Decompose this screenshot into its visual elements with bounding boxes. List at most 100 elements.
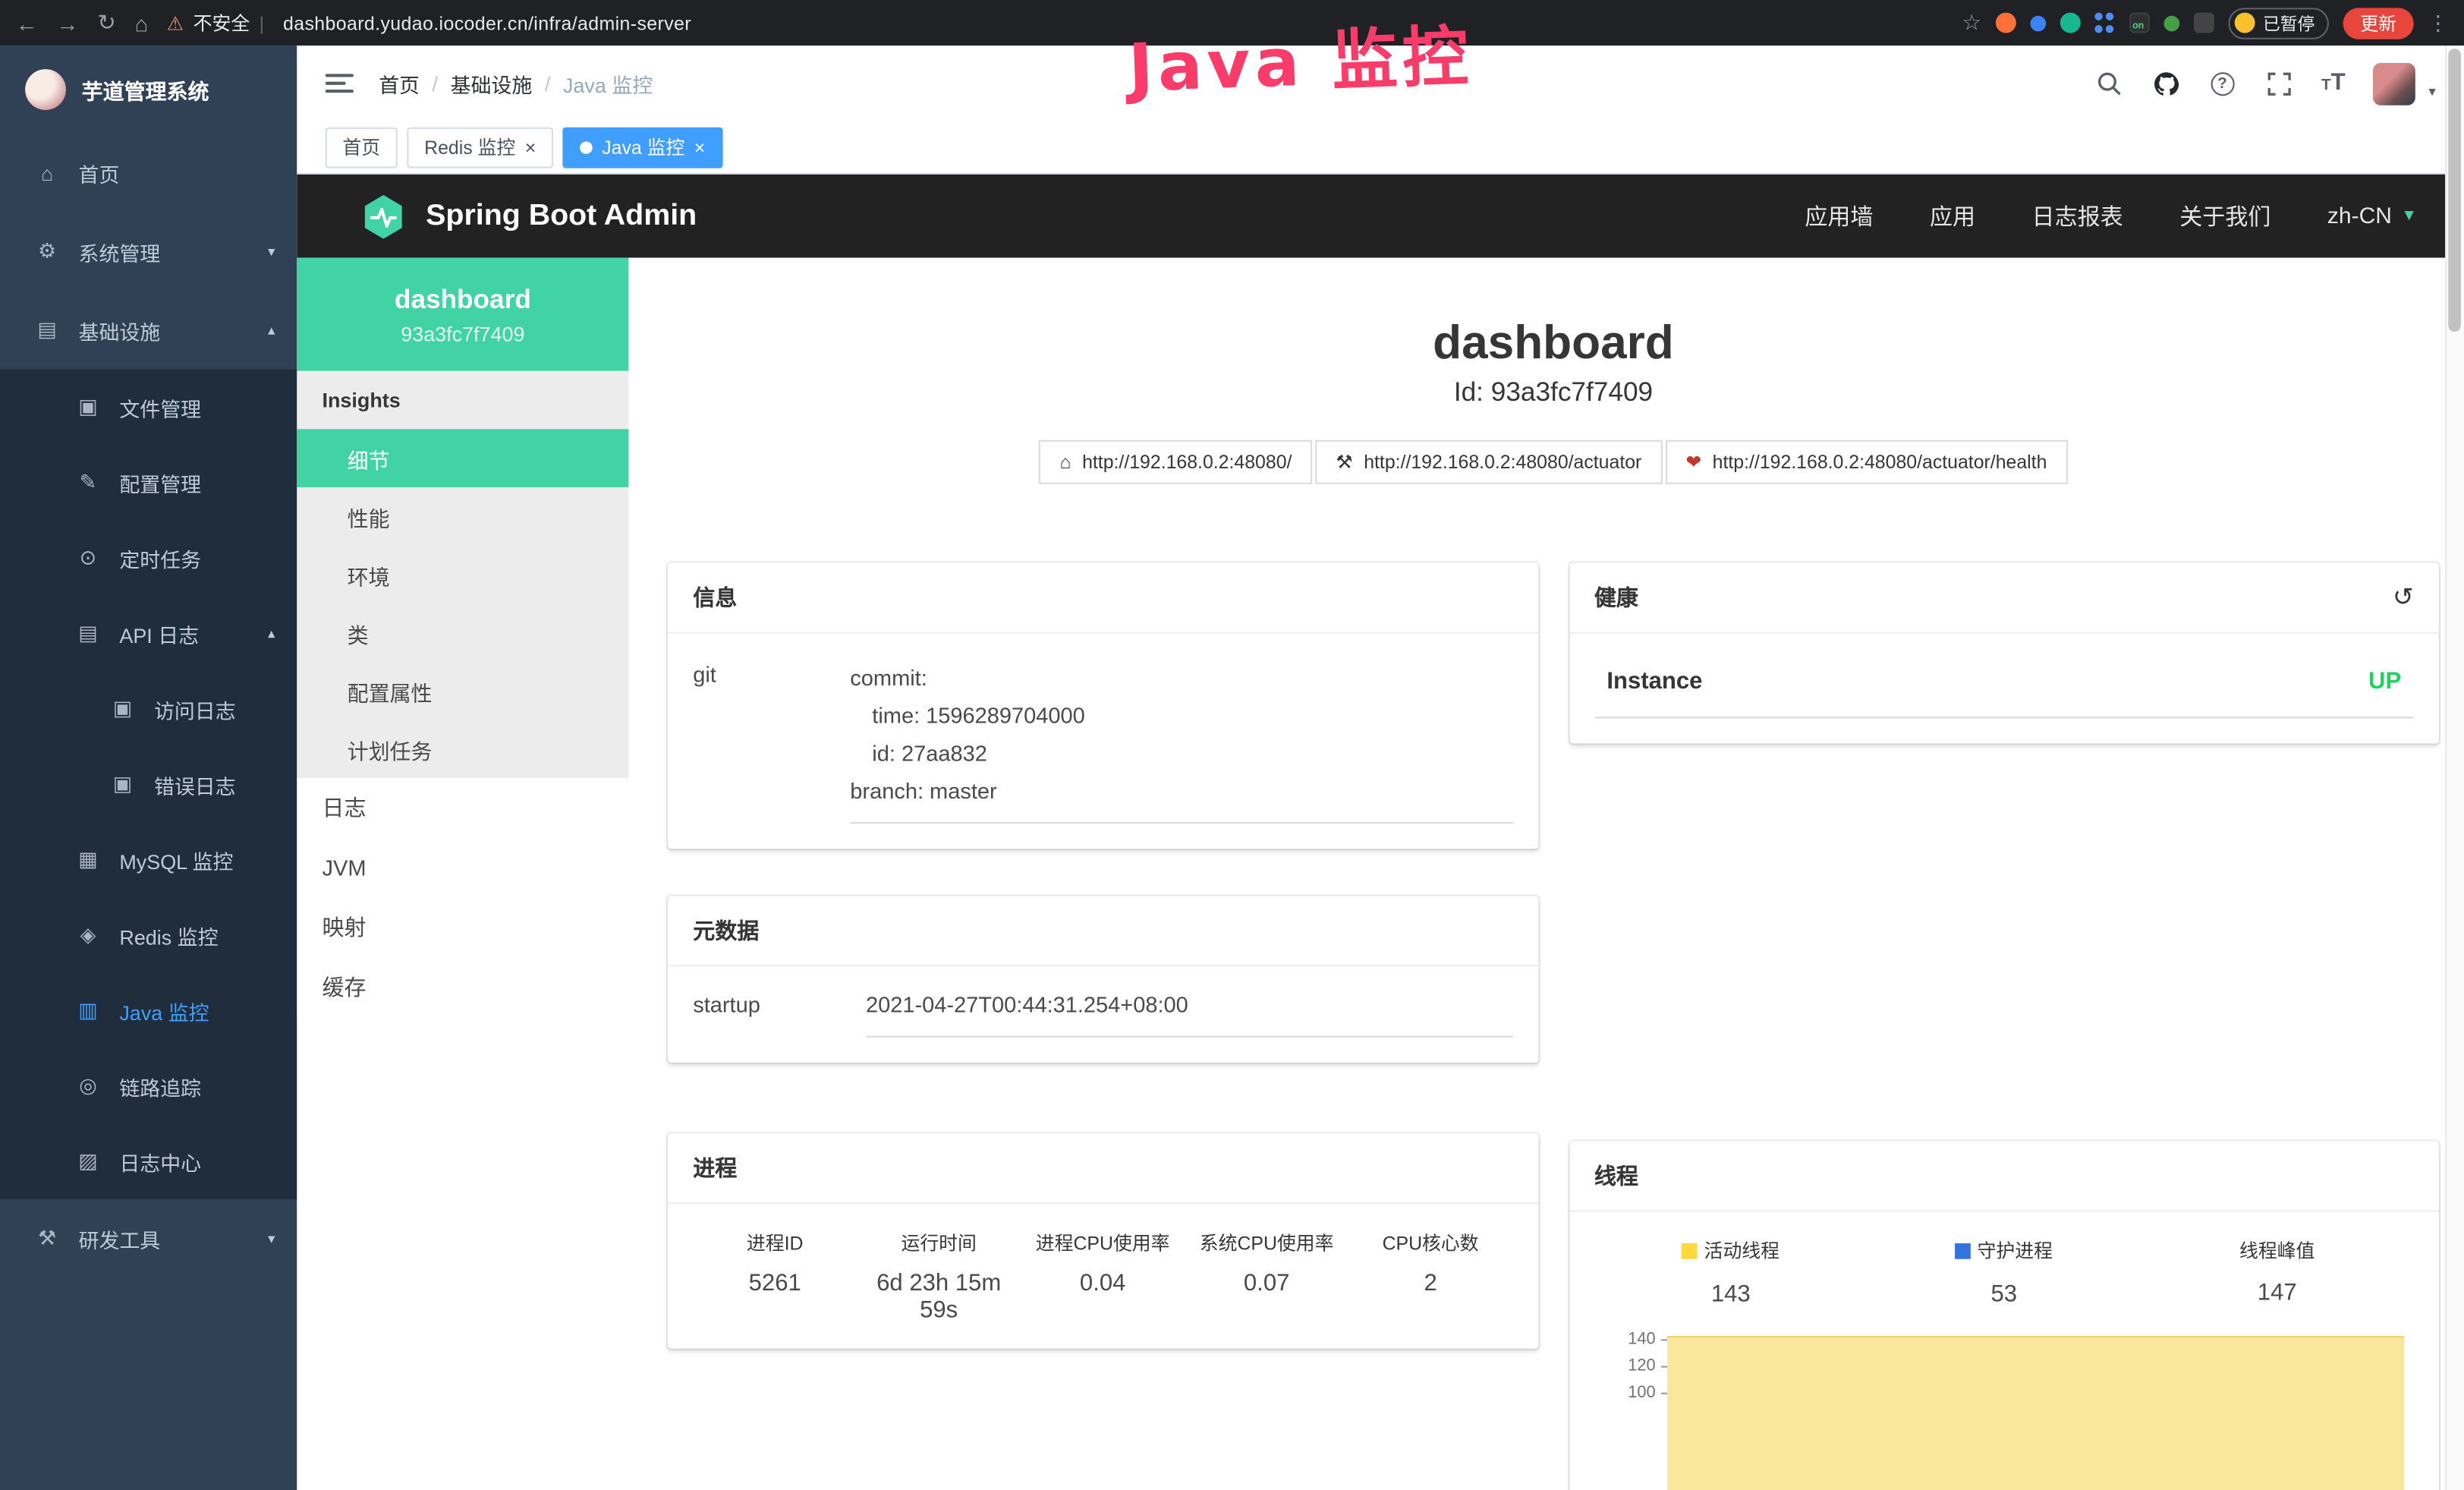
chrome-update-button[interactable]: 更新: [2343, 7, 2414, 38]
sba-nav-menu: 应用墙 应用 日志报表 关于我们 zh-CN ▼: [1805, 200, 2417, 232]
help-icon[interactable]: ?: [2208, 69, 2236, 97]
back-icon[interactable]: ←: [16, 10, 38, 35]
instance-id: 93a3fc7f7409: [401, 321, 524, 345]
sidebar-item-error-logs[interactable]: ▣ 错误日志: [0, 747, 297, 822]
locale-selector[interactable]: zh-CN ▼: [2327, 203, 2417, 228]
nav-item-about[interactable]: 关于我们: [2179, 200, 2270, 232]
github-icon[interactable]: [2151, 69, 2179, 97]
sidebar-toggle-icon[interactable]: [326, 74, 354, 93]
extension-icon-orange[interactable]: [1996, 13, 2016, 33]
warning-icon: ⚠: [167, 12, 184, 34]
sba-brand-title: Spring Boot Admin: [426, 199, 697, 234]
sidebar-item-log-center[interactable]: ▨ 日志中心: [0, 1124, 297, 1199]
close-icon[interactable]: ×: [694, 136, 706, 158]
sidebar-item-access-logs[interactable]: ▣ 访问日志: [0, 671, 297, 746]
sba-item-metrics[interactable]: 性能: [297, 487, 628, 546]
sba-item-caches[interactable]: 缓存: [297, 957, 628, 1017]
metadata-card: 元数据 startup 2021-04-27T00:44:31.254+08:0…: [668, 896, 1537, 1063]
history-icon[interactable]: ↺: [2393, 581, 2414, 613]
security-chip[interactable]: ⚠ 不安全 |: [167, 9, 264, 36]
nav-item-wall[interactable]: 应用墙: [1805, 200, 1873, 232]
screen: ← → ↻ ⌂ ⚠ 不安全 | dashboard.yudao.iocoder.…: [0, 0, 2464, 1490]
font-size-icon[interactable]: TT: [2321, 69, 2346, 97]
sidebar-item-redis-monitor[interactable]: ◈ Redis 监控: [0, 897, 297, 972]
process-value-uptime: 6d 23h 15m 59s: [857, 1270, 1021, 1323]
sidebar-item-api-logs[interactable]: ▤ API 日志 ▴: [0, 596, 297, 671]
reload-icon[interactable]: ↻: [97, 9, 115, 36]
process-header-cores: CPU核心数: [1348, 1229, 1512, 1255]
sidebar-item-infrastructure[interactable]: ▤ 基础设施 ▴: [0, 291, 297, 370]
sba-item-config-props[interactable]: 配置属性: [297, 662, 628, 720]
health-url-button[interactable]: ❤ http://192.168.0.2:48080/actuator/heal…: [1665, 440, 2067, 484]
infrastructure-icon: ▤: [35, 317, 60, 342]
sidebar-item-scheduled-tasks[interactable]: ⊙ 定时任务: [0, 520, 297, 595]
sba-item-scheduled-tasks[interactable]: 计划任务: [297, 720, 628, 778]
health-instance-row[interactable]: Instance UP: [1594, 659, 2414, 719]
sidebar-item-java-monitor[interactable]: ▥ Java 监控: [0, 973, 297, 1048]
green-extension-icon[interactable]: [2060, 13, 2081, 33]
sba-main: dashboard Id: 93a3fc7f7409 ⌂ http://192.…: [628, 258, 2464, 1490]
nav-item-journal[interactable]: 日志报表: [2032, 200, 2123, 232]
sidebar-item-config-management[interactable]: ✎ 配置管理: [0, 445, 297, 520]
sba-item-jvm[interactable]: JVM: [297, 838, 628, 898]
page-scrollbar[interactable]: [2445, 46, 2464, 1490]
sidebar-item-mysql-monitor[interactable]: ▦ MySQL 监控: [0, 822, 297, 897]
tab-redis-monitor[interactable]: Redis 监控 ×: [407, 127, 553, 168]
sidebar-item-dev-tools[interactable]: ⚒ 研发工具 ▾: [0, 1199, 297, 1278]
address-bar[interactable]: dashboard.yudao.iocoder.cn/infra/admin-s…: [283, 12, 691, 34]
forward-icon[interactable]: →: [57, 10, 79, 35]
paused-label: 已暂停: [2263, 10, 2315, 35]
user-avatar[interactable]: [2374, 62, 2416, 105]
leaf-extension-icon[interactable]: [2163, 15, 2179, 31]
breadcrumb-home[interactable]: 首页: [379, 68, 420, 98]
sba-brand[interactable]: Spring Boot Admin: [360, 193, 697, 240]
sba-item-environment[interactable]: 环境: [297, 546, 628, 604]
browser-menu-icon[interactable]: ⋮: [2428, 10, 2448, 35]
plugin-extension-icon[interactable]: [2194, 13, 2214, 33]
sidebar-item-system[interactable]: ⚙ 系统管理 ▾: [0, 213, 297, 291]
switch-extension-icon[interactable]: on: [2129, 13, 2150, 33]
breadcrumb-infrastructure[interactable]: 基础设施: [451, 68, 533, 98]
admin-header: 首页 / 基础设施 / Java 监控 ?: [297, 46, 2464, 121]
grid-extension-icon[interactable]: [2094, 13, 2115, 33]
mysql-icon: ▦: [75, 847, 100, 872]
threads-card: 线程 活动线程 1: [1569, 1141, 2439, 1490]
tab-java-monitor[interactable]: Java 监控 ×: [562, 127, 722, 168]
tab-label: Redis 监控: [424, 134, 515, 160]
home-icon[interactable]: ⌂: [135, 10, 149, 35]
main-column: 首页 / 基础设施 / Java 监控 ?: [297, 46, 2464, 1490]
infrastructure-submenu: ▣ 文件管理 ✎ 配置管理 ⊙ 定时任务 ▤ API 日志 ▴ ▣: [0, 370, 297, 1199]
fullscreen-icon[interactable]: [2264, 69, 2292, 97]
bookmark-star-icon[interactable]: ☆: [1962, 9, 1981, 36]
sba-instance-header[interactable]: dashboard 93a3fc7f7409: [297, 258, 628, 371]
nav-item-applications[interactable]: 应用: [1930, 200, 1975, 232]
menu-label: 日志中心: [119, 1147, 201, 1177]
sba-item-mappings[interactable]: 映射: [297, 897, 628, 957]
sba-item-details[interactable]: 细节: [297, 429, 628, 487]
process-value-cores: 2: [1348, 1270, 1512, 1296]
card-title: 进程: [693, 1152, 737, 1183]
menu-label: MySQL 监控: [119, 845, 233, 874]
colorpicker-extension-icon[interactable]: [2030, 15, 2046, 31]
search-icon[interactable]: [2095, 69, 2123, 97]
health-card-header: 健康 ↺: [1569, 562, 2439, 633]
y-tick: 100: [1628, 1383, 1655, 1402]
redis-icon: ◈: [75, 923, 100, 948]
sba-item-classes[interactable]: 类: [297, 603, 628, 662]
sba-item-logs[interactable]: 日志: [297, 778, 628, 838]
sidebar-item-home[interactable]: ⌂ 首页: [0, 134, 297, 213]
profile-paused-badge[interactable]: 已暂停: [2228, 7, 2329, 38]
locale-label: zh-CN: [2327, 203, 2392, 228]
scrollbar-thumb[interactable]: [2448, 49, 2461, 332]
actuator-url-button[interactable]: ⚒ http://192.168.0.2:48080/actuator: [1315, 440, 1662, 484]
app-logo[interactable]: 芋道管理系统: [0, 46, 297, 134]
info-value: commit: time: 1596289704000 id: 27aa832 …: [850, 659, 1512, 824]
sidebar-item-trace[interactable]: ◎ 链路追踪: [0, 1048, 297, 1123]
sidebar-item-file-management[interactable]: ▣ 文件管理: [0, 370, 297, 445]
close-icon[interactable]: ×: [525, 136, 537, 158]
insights-group-label: Insights: [297, 371, 628, 430]
process-value-pid: 5261: [693, 1270, 857, 1296]
tab-label: Java 监控: [602, 134, 684, 160]
service-url-button[interactable]: ⌂ http://192.168.0.2:48080/: [1040, 440, 1313, 484]
tab-home[interactable]: 首页: [326, 127, 398, 168]
